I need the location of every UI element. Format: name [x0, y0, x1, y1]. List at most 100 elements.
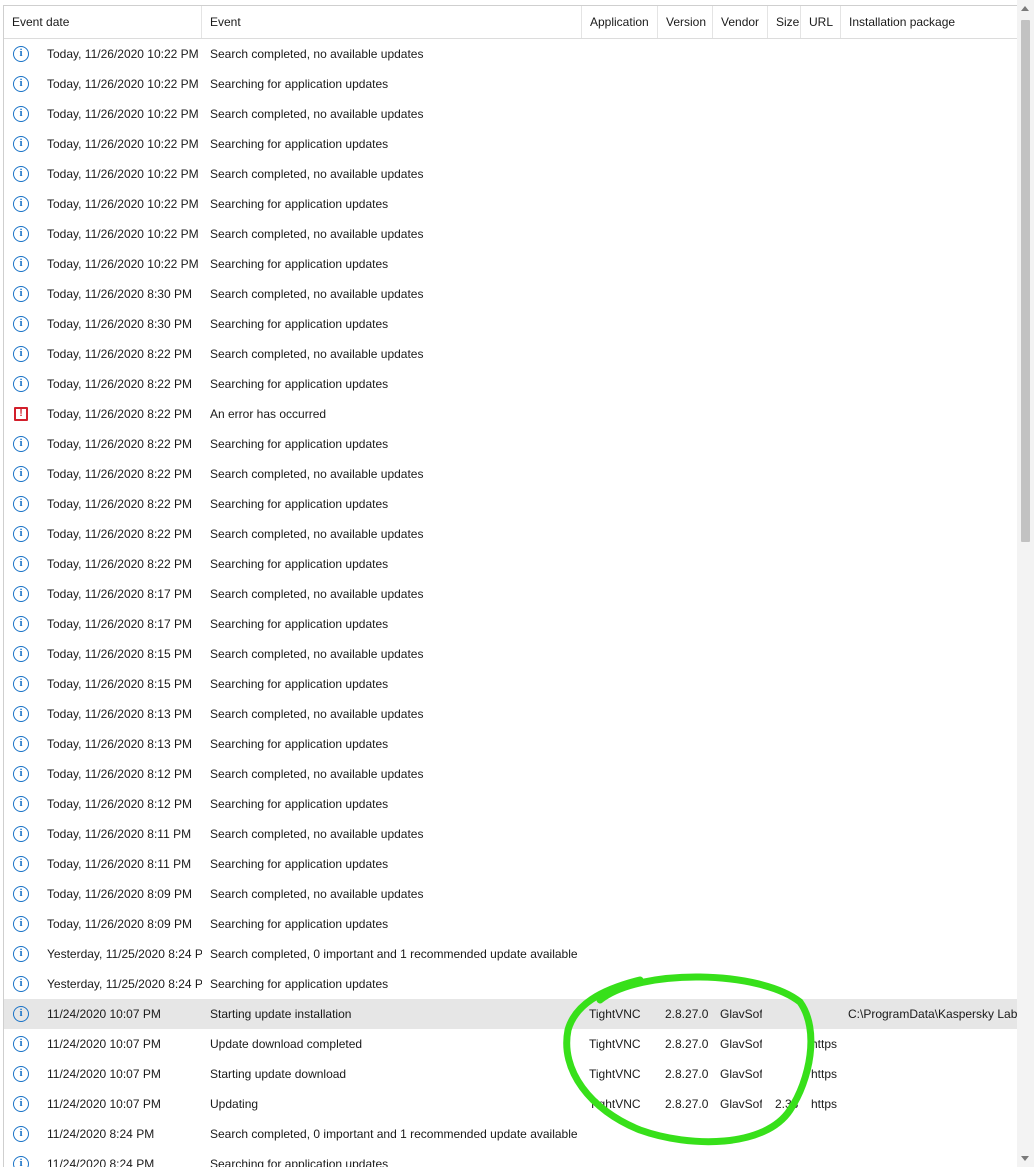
cell-event: Starting update installation: [210, 1007, 352, 1021]
cell-event: Searching for application updates: [210, 497, 389, 511]
column-header-installation-package[interactable]: Installation package: [841, 6, 1018, 38]
cell-size: 2.38: [775, 1097, 799, 1111]
column-header-event-date[interactable]: Event date: [4, 6, 202, 38]
table-row[interactable]: i Today, 11/26/2020 8:17 PM Searching for …: [4, 609, 1018, 639]
table-row[interactable]: i Today, 11/26/2020 8:30 PM Search complet…: [4, 279, 1018, 309]
table-row[interactable]: i Today, 11/26/2020 8:12 PM Search complet…: [4, 759, 1018, 789]
table-row[interactable]: i 11/24/2020 10:07 PM Starting update down…: [4, 1059, 1018, 1089]
cell-event: Search completed, no available updates: [210, 767, 424, 781]
cell-vendor: GlavSoft: [720, 1007, 762, 1021]
cell-event-date: Today, 11/26/2020 8:30 PM: [47, 317, 192, 331]
cell-event-date: 11/24/2020 10:07 PM: [47, 1007, 161, 1021]
table-row[interactable]: i 11/24/2020 10:07 PM Updating TightVNC 2.8.…: [4, 1089, 1018, 1119]
cell-event-date: Today, 11/26/2020 8:17 PM: [47, 617, 192, 631]
column-header-vendor[interactable]: Vendor: [713, 6, 768, 38]
table-row[interactable]: i Today, 11/26/2020 8:22 PM Searching for …: [4, 369, 1018, 399]
column-header-url[interactable]: URL: [801, 6, 841, 38]
cell-event: Search completed, no available updates: [210, 47, 424, 61]
cell-event: An error has occurred: [210, 407, 327, 421]
scroll-down-arrow-icon[interactable]: [1021, 1156, 1029, 1161]
table-row[interactable]: i 11/24/2020 10:07 PM Starting update inst…: [4, 999, 1018, 1029]
table-row[interactable]: i Today, 11/26/2020 8:30 PM Searching for …: [4, 309, 1018, 339]
info-icon: i: [13, 676, 29, 692]
info-icon: i: [13, 886, 29, 902]
table-row[interactable]: i Today, 11/26/2020 8:22 PM Search complet…: [4, 459, 1018, 489]
table-row[interactable]: i Today, 11/26/2020 10:22 PM Search comple…: [4, 219, 1018, 249]
table-row[interactable]: i Today, 11/26/2020 10:22 PM Searching for…: [4, 189, 1018, 219]
table-row[interactable]: i Today, 11/26/2020 10:22 PM Search comple…: [4, 99, 1018, 129]
cell-event: Search completed, 0 important and 1 reco…: [210, 1127, 578, 1141]
info-icon: i: [13, 526, 29, 542]
table-header: Event date Event Application Version Ven…: [4, 6, 1034, 39]
cell-event-date: Today, 11/26/2020 8:09 PM: [47, 917, 192, 931]
table-row[interactable]: i Yesterday, 11/25/2020 8:24 P Searching f…: [4, 969, 1018, 999]
cell-event: Searching for application updates: [210, 977, 389, 991]
cell-version: 2.8.27.0: [665, 1007, 709, 1021]
table-row[interactable]: i Today, 11/26/2020 10:22 PM Searching for…: [4, 69, 1018, 99]
table-row[interactable]: i Today, 11/26/2020 8:09 PM Search complet…: [4, 879, 1018, 909]
table-row[interactable]: i 11/24/2020 8:24 PM Search completed, 0 i…: [4, 1119, 1018, 1149]
cell-event-date: 11/24/2020 10:07 PM: [47, 1067, 161, 1081]
cell-event: Searching for application updates: [210, 1157, 389, 1167]
table-row[interactable]: i Today, 11/26/2020 8:22 PM Search complet…: [4, 339, 1018, 369]
cell-vendor: GlavSoft: [720, 1097, 762, 1111]
table-row[interactable]: i Today, 11/26/2020 8:22 PM Searching for …: [4, 489, 1018, 519]
table-row[interactable]: ! Today, 11/26/2020 8:22 PM An error has o…: [4, 399, 1018, 429]
table-row[interactable]: i Yesterday, 11/25/2020 8:24 P Search comp…: [4, 939, 1018, 969]
table-row[interactable]: i 11/24/2020 10:07 PM Update download comp…: [4, 1029, 1018, 1059]
table-row[interactable]: i Today, 11/26/2020 8:13 PM Searching for …: [4, 729, 1018, 759]
info-icon: i: [13, 256, 29, 272]
cell-event: Search completed, no available updates: [210, 647, 424, 661]
table-row[interactable]: i Today, 11/26/2020 10:22 PM Search comple…: [4, 39, 1018, 69]
cell-url: https: [811, 1037, 837, 1051]
info-icon: i: [13, 436, 29, 452]
vertical-scrollbar[interactable]: [1017, 0, 1034, 1167]
info-icon: i: [13, 1096, 29, 1112]
cell-url: https: [811, 1067, 837, 1081]
cell-event-date: Today, 11/26/2020 8:22 PM: [47, 527, 192, 541]
table-row[interactable]: i Today, 11/26/2020 10:22 PM Search comple…: [4, 159, 1018, 189]
table-row[interactable]: i Today, 11/26/2020 8:11 PM Searching for …: [4, 849, 1018, 879]
cell-application: TightVNC: [589, 1007, 641, 1021]
column-header-size[interactable]: Size: [768, 6, 801, 38]
cell-event-date: Today, 11/26/2020 8:17 PM: [47, 587, 192, 601]
table-row[interactable]: i Today, 11/26/2020 8:12 PM Searching for …: [4, 789, 1018, 819]
column-header-application[interactable]: Application: [582, 6, 658, 38]
cell-event-date: Today, 11/26/2020 10:22 PM: [47, 197, 199, 211]
cell-vendor: GlavSoft: [720, 1067, 762, 1081]
table-row[interactable]: i 11/24/2020 8:24 PM Searching for applica…: [4, 1149, 1018, 1167]
table-row[interactable]: i Today, 11/26/2020 8:15 PM Search complet…: [4, 639, 1018, 669]
column-header-version[interactable]: Version: [658, 6, 713, 38]
scroll-up-arrow-icon[interactable]: [1021, 6, 1029, 11]
cell-installation-package: C:\ProgramData\Kaspersky Lab\: [848, 1007, 1018, 1021]
table-row[interactable]: i Today, 11/26/2020 8:09 PM Searching for …: [4, 909, 1018, 939]
table-row[interactable]: i Today, 11/26/2020 8:11 PM Search complet…: [4, 819, 1018, 849]
cell-event: Searching for application updates: [210, 377, 389, 391]
column-header-event[interactable]: Event: [202, 6, 582, 38]
table-row[interactable]: i Today, 11/26/2020 10:22 PM Searching for…: [4, 249, 1018, 279]
info-icon: i: [13, 1156, 29, 1167]
table-row[interactable]: i Today, 11/26/2020 8:15 PM Searching for …: [4, 669, 1018, 699]
table-row[interactable]: i Today, 11/26/2020 8:17 PM Search complet…: [4, 579, 1018, 609]
table-row[interactable]: i Today, 11/26/2020 8:13 PM Search complet…: [4, 699, 1018, 729]
cell-event: Searching for application updates: [210, 857, 389, 871]
cell-url: https: [811, 1097, 837, 1111]
info-icon: i: [13, 766, 29, 782]
scrollbar-thumb[interactable]: [1021, 20, 1030, 542]
info-icon: i: [13, 646, 29, 662]
cell-event-date: Today, 11/26/2020 10:22 PM: [47, 77, 199, 91]
cell-event-date: 11/24/2020 10:07 PM: [47, 1097, 161, 1111]
cell-event-date: 11/24/2020 8:24 PM: [47, 1127, 155, 1141]
cell-event: Search completed, no available updates: [210, 707, 424, 721]
info-icon: i: [13, 826, 29, 842]
cell-event: Search completed, no available updates: [210, 167, 424, 181]
info-icon: i: [13, 976, 29, 992]
table-row[interactable]: i Today, 11/26/2020 8:22 PM Searching for …: [4, 549, 1018, 579]
info-icon: i: [13, 316, 29, 332]
table-row[interactable]: i Today, 11/26/2020 8:22 PM Search complet…: [4, 519, 1018, 549]
cell-event-date: 11/24/2020 10:07 PM: [47, 1037, 161, 1051]
table-row[interactable]: i Today, 11/26/2020 10:22 PM Searching for…: [4, 129, 1018, 159]
cell-application: TightVNC: [589, 1097, 641, 1111]
table-row[interactable]: i Today, 11/26/2020 8:22 PM Searching for …: [4, 429, 1018, 459]
cell-event: Search completed, no available updates: [210, 587, 424, 601]
